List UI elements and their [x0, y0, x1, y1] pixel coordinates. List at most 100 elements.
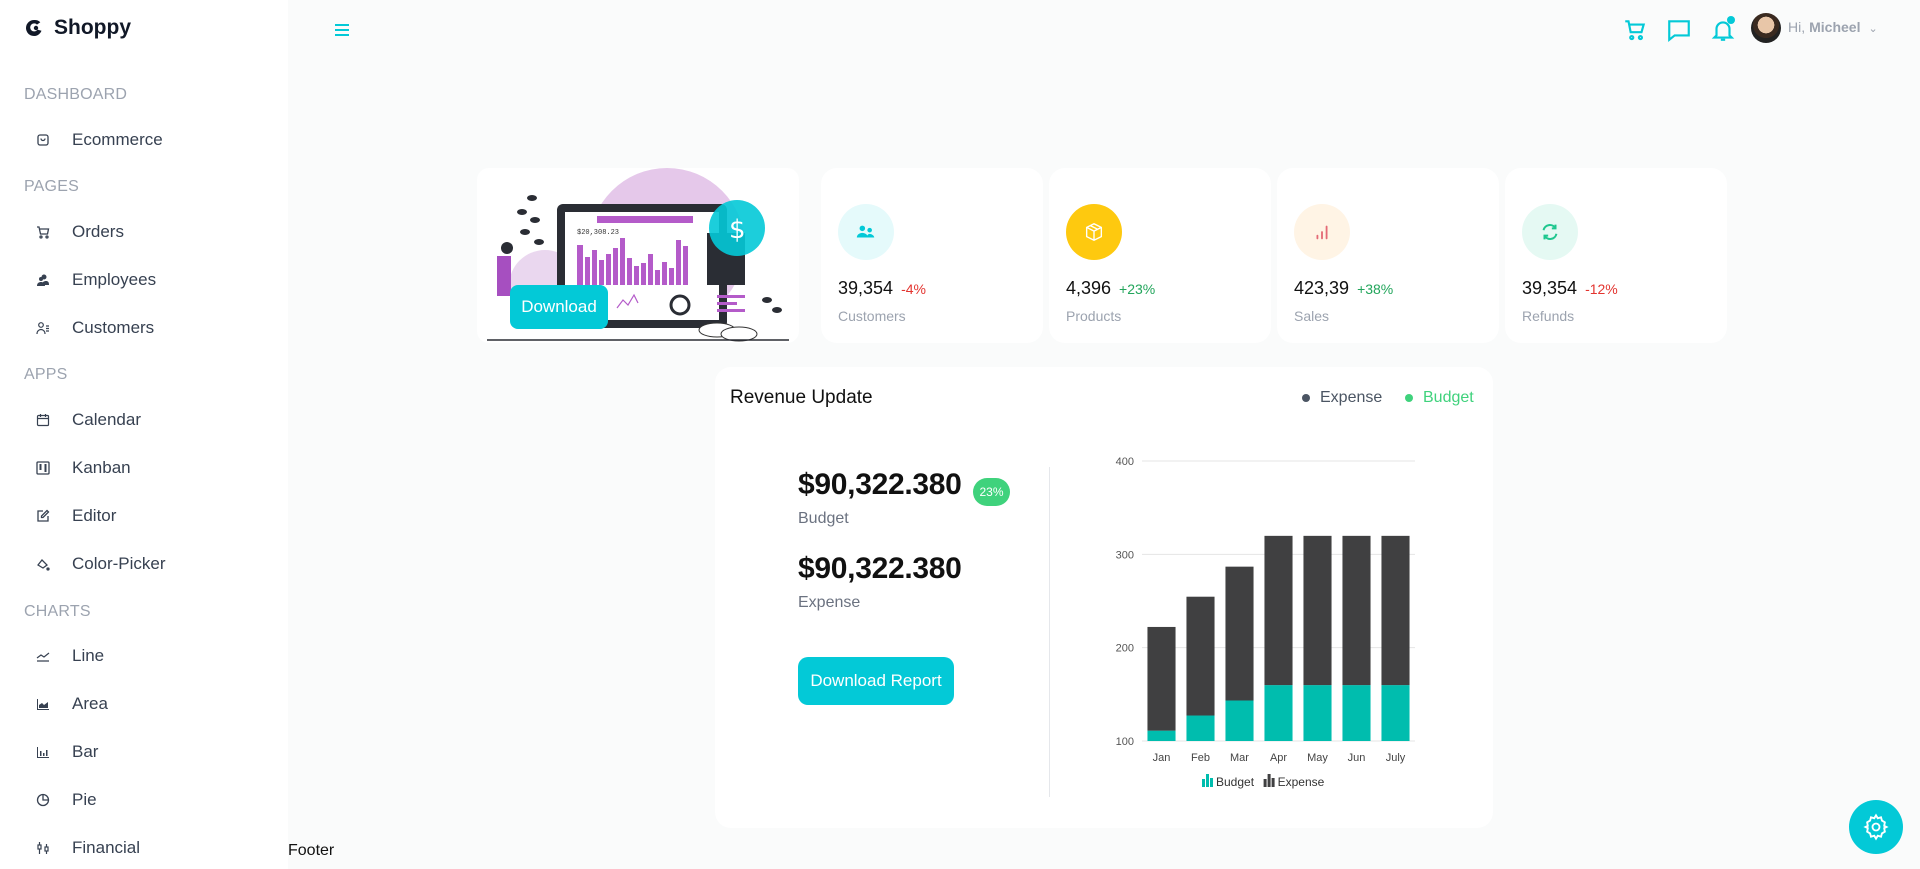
bar-expense	[1381, 535, 1410, 686]
download-button[interactable]: Download	[510, 285, 608, 329]
box-icon[interactable]	[1066, 204, 1122, 260]
sidebar-item-pie[interactable]: Pie	[36, 785, 97, 815]
customers-icon[interactable]	[838, 204, 894, 260]
sidebar-item-customers[interactable]: Customers	[36, 313, 154, 343]
cart-icon	[1625, 20, 1646, 41]
legend-expense[interactable]: Expense	[1263, 774, 1325, 789]
stat-card-products: 4,396 +23% Products	[1049, 168, 1271, 343]
legend-label: Budget	[1216, 775, 1255, 789]
area-chart-icon	[36, 697, 50, 711]
bar-budget	[1303, 685, 1332, 741]
stat-card-refunds: 39,354 -12% Refunds	[1505, 168, 1727, 343]
app-logo[interactable]: Shoppy	[24, 16, 131, 40]
refresh-icon[interactable]	[1522, 204, 1578, 260]
bar-expense	[1264, 535, 1293, 686]
sidebar-item-color-picker[interactable]: Color-Picker	[36, 549, 166, 579]
bar-budget	[1342, 685, 1371, 741]
gear-icon	[1863, 813, 1889, 841]
stat-label: Products	[1066, 308, 1122, 324]
stat-change: -4%	[901, 281, 926, 297]
sidebar-item-financial[interactable]: Financial	[36, 833, 140, 863]
legend-bar-icon	[1210, 778, 1213, 787]
expense-amount: $90,322.380	[798, 552, 962, 585]
legend-bar-icon	[1206, 774, 1209, 787]
sidebar-item-kanban[interactable]: Kanban	[36, 453, 131, 483]
sidebar-item-employees[interactable]: Employees	[36, 265, 156, 295]
sidebar-item-label: Editor	[72, 506, 117, 525]
x-tick-label: Mar	[1230, 752, 1249, 764]
section-pages: PAGES	[24, 178, 79, 195]
sidebar-item-label: Orders	[72, 222, 124, 241]
sidebar-item-label: Line	[72, 646, 105, 665]
stat-label: Sales	[1294, 308, 1330, 324]
y-tick-label: 300	[1116, 549, 1134, 561]
bar-expense	[1342, 535, 1371, 686]
line-chart-icon	[36, 649, 50, 663]
x-tick-label: Apr	[1270, 752, 1287, 764]
sidebar-item-line[interactable]: Line	[36, 641, 104, 671]
sidebar-item-label: Bar	[72, 742, 99, 761]
settings-button[interactable]	[1849, 800, 1903, 854]
legend-expense: Expense	[1302, 389, 1382, 407]
menu-toggle-button[interactable]	[330, 18, 354, 42]
legend-budget[interactable]: Budget	[1202, 774, 1255, 789]
app-title: Shoppy	[54, 16, 131, 39]
bar-chart-icon	[36, 745, 50, 759]
bar-expense	[1225, 566, 1254, 701]
notification-dot	[1727, 16, 1735, 24]
shopping-bag-icon	[36, 133, 50, 147]
stat-card-sales: 423,39 +38% Sales	[1277, 168, 1499, 343]
sidebar-item-editor[interactable]: Editor	[36, 501, 116, 531]
logo-icon	[26, 19, 42, 36]
download-report-button[interactable]: Download Report	[798, 657, 954, 705]
sidebar-item-label: Kanban	[72, 458, 131, 477]
hamburger-icon	[335, 24, 349, 36]
stat-value: 39,354 -12%	[1522, 278, 1618, 298]
y-tick-label: 200	[1116, 643, 1134, 655]
sidebar-item-bar[interactable]: Bar	[36, 737, 98, 767]
legend-label: Expense	[1278, 775, 1325, 789]
avatar[interactable]	[1751, 13, 1781, 43]
divider	[1049, 467, 1050, 797]
x-tick-label: Jun	[1348, 752, 1366, 764]
customers-icon	[36, 321, 50, 335]
sidebar-item-area[interactable]: Area	[36, 689, 108, 719]
pie-chart-icon	[36, 793, 50, 807]
bar-budget	[1381, 685, 1410, 741]
y-tick-label: 100	[1116, 736, 1134, 748]
bar-expense	[1186, 596, 1215, 716]
cart-icon	[36, 225, 50, 239]
stat-value: 4,396 +23%	[1066, 278, 1156, 298]
calendar-icon	[36, 413, 50, 427]
sidebar-item-label: Area	[72, 694, 108, 713]
greeting: Hi,	[1788, 19, 1806, 35]
chat-icon	[1668, 20, 1690, 43]
stat-value: 423,39 +38%	[1294, 278, 1394, 298]
legend-bar-icon	[1202, 779, 1205, 787]
budget-amount: $90,322.380	[798, 468, 962, 501]
cart-button[interactable]	[1622, 17, 1648, 43]
legend-bar-icon	[1263, 779, 1267, 787]
chat-button[interactable]	[1666, 17, 1692, 43]
sidebar-item-label: Pie	[72, 790, 97, 809]
y-tick-label: 400	[1116, 456, 1134, 468]
sidebar-item-calendar[interactable]: Calendar	[36, 405, 141, 435]
employees-icon	[36, 273, 50, 287]
bar-budget	[1225, 700, 1254, 741]
user-name: Micheel	[1809, 19, 1861, 35]
user-profile-menu[interactable]: Hi, Micheel ⌄	[1788, 19, 1878, 35]
sidebar-item-orders[interactable]: Orders	[36, 217, 124, 247]
sidebar-item-ecommerce[interactable]: Ecommerce	[36, 125, 163, 155]
stat-value: 39,354 -4%	[838, 278, 926, 298]
sidebar-item-label: Color-Picker	[72, 554, 166, 573]
section-apps: APPS	[24, 366, 68, 383]
bar-chart-icon[interactable]	[1294, 204, 1350, 260]
stat-label: Customers	[838, 308, 906, 324]
x-tick-label: July	[1386, 752, 1406, 764]
svg-text:$20,308.23: $20,308.23	[577, 229, 619, 237]
kanban-icon	[36, 461, 50, 475]
budget-label: Budget	[798, 510, 849, 527]
bar-expense	[1303, 535, 1332, 686]
expense-label: Expense	[798, 594, 861, 611]
sidebar-item-label: Financial	[72, 838, 141, 857]
